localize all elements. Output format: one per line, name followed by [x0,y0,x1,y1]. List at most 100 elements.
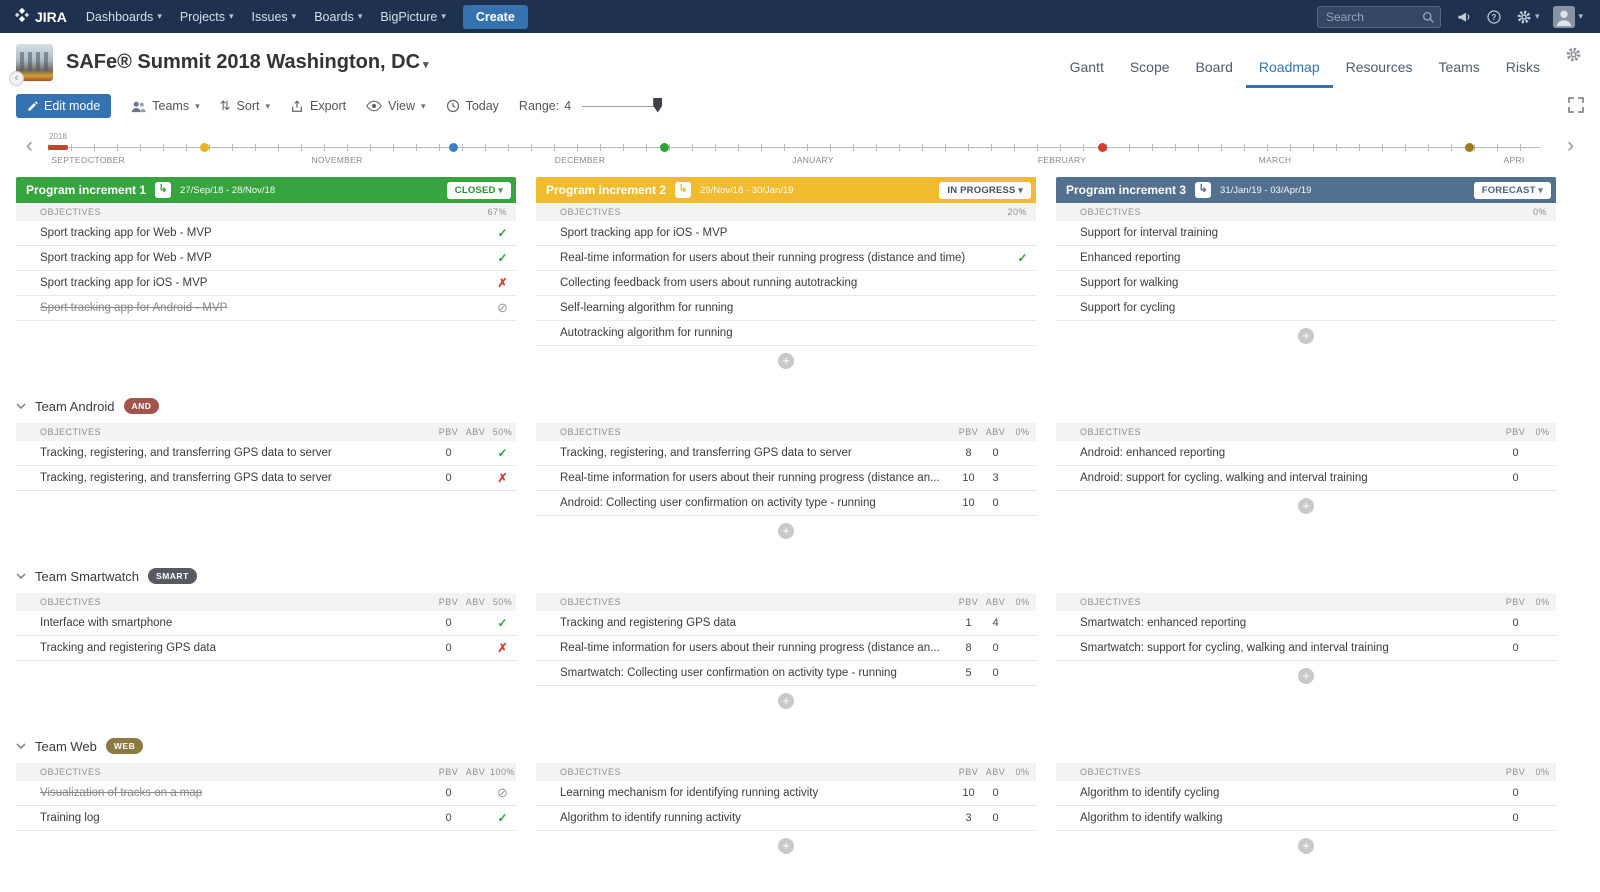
objective-row[interactable]: Algorithm to identify cycling 0 [1056,781,1556,806]
admin-settings-menu[interactable]: ▾ [1509,0,1547,33]
tab-board[interactable]: Board [1183,59,1246,88]
fullscreen-icon[interactable] [1568,96,1584,116]
timeline-next-icon[interactable]: › [1567,135,1574,156]
objective-row[interactable]: Collecting feedback from users about run… [536,271,1036,296]
collapse-back-button[interactable]: ‹ [9,70,24,86]
nav-menu-boards[interactable]: Boards ▾ [305,0,371,33]
view-dropdown[interactable]: View ▾ [366,99,426,113]
module-settings-gear-icon[interactable] [1565,46,1582,68]
objective-text: Smartwatch: support for cycling, walking… [1080,642,1389,654]
add-objective-button[interactable]: + [778,838,794,854]
range-slider-handle[interactable] [653,97,663,113]
tab-gantt[interactable]: Gantt [1057,59,1117,88]
objective-row[interactable]: Tracking, registering, and transferring … [16,441,516,466]
objective-row[interactable]: Sport tracking app for Android - MVP ⊘ [16,296,516,321]
add-objective-button[interactable]: + [778,353,794,369]
add-objective-button[interactable]: + [778,523,794,539]
objective-row[interactable]: Sport tracking app for iOS - MVP [536,221,1036,246]
objective-row[interactable]: Real-time information for users about th… [536,246,1036,271]
tab-teams[interactable]: Teams [1426,59,1493,88]
tab-risks[interactable]: Risks [1493,59,1553,88]
nav-menu-issues[interactable]: Issues ▾ [243,0,306,33]
edit-mode-button[interactable]: Edit mode [16,94,112,118]
objective-row[interactable]: Sport tracking app for Web - MVP ✓ [16,221,516,246]
objective-row[interactable]: Sport tracking app for Web - MVP ✓ [16,246,516,271]
timeline-axis[interactable] [48,147,1540,148]
objective-row[interactable]: Android: Collecting user confirmation on… [536,491,1036,516]
brand-text: JIRA [35,8,67,25]
tab-scope[interactable]: Scope [1117,59,1183,88]
objective-text: Support for cycling [1080,302,1176,314]
pi-sync-icon[interactable]: ↳ [155,182,172,198]
pi-sync-icon[interactable]: ↳ [675,182,692,198]
objective-row[interactable]: Autotracking algorithm for running [536,321,1036,346]
objective-status-icon: ⊘ [497,785,508,800]
objective-text: Learning mechanism for identifying runni… [560,787,819,799]
export-button[interactable]: Export [290,99,346,113]
objective-row[interactable]: Algorithm to identify walking 0 [1056,806,1556,831]
pi-status-dropdown[interactable]: IN PROGRESS ▾ [939,181,1031,199]
clock-icon [446,99,459,113]
milestone-marker[interactable] [200,143,209,152]
objective-row[interactable]: Visualization of tracks on a map 0 ⊘ [16,781,516,806]
range-slider[interactable] [582,97,663,113]
objective-row[interactable]: Tracking, registering, and transferring … [536,441,1036,466]
objective-row[interactable]: Tracking and registering GPS data 0 ✗ [16,636,516,661]
tab-resources[interactable]: Resources [1333,59,1426,88]
objective-row[interactable]: Tracking, registering, and transferring … [16,466,516,491]
objective-row[interactable]: Self-learning algorithm for running [536,296,1036,321]
nav-menu-bigpicture[interactable]: BigPicture ▾ [371,0,455,33]
milestone-marker[interactable] [449,143,458,152]
objective-row[interactable]: Training log 0 ✓ [16,806,516,831]
add-objective-button[interactable]: + [778,693,794,709]
page-title[interactable]: SAFe® Summit 2018 Washington, DC ▾ [66,51,429,74]
help-icon[interactable]: ? [1479,0,1509,33]
objective-row[interactable]: Tracking and registering GPS data 1 4 [536,611,1036,636]
teams-dropdown[interactable]: Teams ▾ [131,99,200,113]
nav-menu-projects[interactable]: Projects ▾ [171,0,243,33]
objective-row[interactable]: Smartwatch: enhanced reporting 0 [1056,611,1556,636]
timeline-prev-icon[interactable]: ‹ [26,135,33,156]
objective-row[interactable]: Smartwatch: Collecting user confirmation… [536,661,1036,686]
objective-row[interactable]: Learning mechanism for identifying runni… [536,781,1036,806]
create-button[interactable]: Create [462,4,528,29]
sort-dropdown[interactable]: ⇅ Sort ▾ [220,98,270,114]
objective-status-icon: ✓ [497,446,508,460]
milestone-marker[interactable] [1098,143,1107,152]
user-profile-menu[interactable]: ▾ [1546,0,1590,33]
milestone-marker[interactable] [1465,143,1474,152]
nav-menu-dashboards[interactable]: Dashboards ▾ [77,0,171,33]
objective-row[interactable]: Support for interval training [1056,221,1556,246]
add-objective-button[interactable]: + [1298,328,1314,344]
jira-logo[interactable]: JIRA [14,7,67,26]
objective-row[interactable]: Enhanced reporting [1056,246,1556,271]
objective-row[interactable]: Android: support for cycling, walking an… [1056,466,1556,491]
pi-status-dropdown[interactable]: CLOSED ▾ [446,181,511,199]
objective-row[interactable]: Support for cycling [1056,296,1556,321]
today-button[interactable]: Today [446,99,499,113]
tab-roadmap[interactable]: Roadmap [1245,59,1333,88]
objective-row[interactable]: Sport tracking app for iOS - MVP ✗ [16,271,516,296]
objective-row[interactable]: Interface with smartphone 0 ✓ [16,611,516,636]
abv-header: ABV [985,767,1006,777]
add-objective-button[interactable]: + [1298,498,1314,514]
milestone-marker[interactable] [660,143,669,152]
abv-value: 0 [992,667,999,679]
pi-status-dropdown[interactable]: FORECAST ▾ [1473,181,1551,199]
objective-row[interactable]: Real-time information for users about th… [536,466,1036,491]
pi-sync-icon[interactable]: ↳ [1195,182,1212,198]
team-objectives-column: OBJECTIVES PBV ABV 0% Learning mechanism for… [536,763,1036,861]
collapse-chevron-icon[interactable] [16,572,26,580]
objective-row[interactable]: Android: enhanced reporting 0 [1056,441,1556,466]
objective-row[interactable]: Algorithm to identify running activity 3 0 [536,806,1036,831]
collapse-chevron-icon[interactable] [16,402,26,410]
add-objective-button[interactable]: + [1298,668,1314,684]
objective-row[interactable]: Support for walking [1056,271,1556,296]
add-objective-button[interactable]: + [1298,838,1314,854]
collapse-chevron-icon[interactable] [16,742,26,750]
objective-row[interactable]: Real-time information for users about th… [536,636,1036,661]
pbv-value: 0 [1512,812,1519,824]
announcements-icon[interactable] [1449,0,1479,33]
objective-row[interactable]: Smartwatch: support for cycling, walking… [1056,636,1556,661]
program-increment-column: Program increment 2 ↳ 29/Nov/18 - 30/Jan/1… [536,177,1036,376]
